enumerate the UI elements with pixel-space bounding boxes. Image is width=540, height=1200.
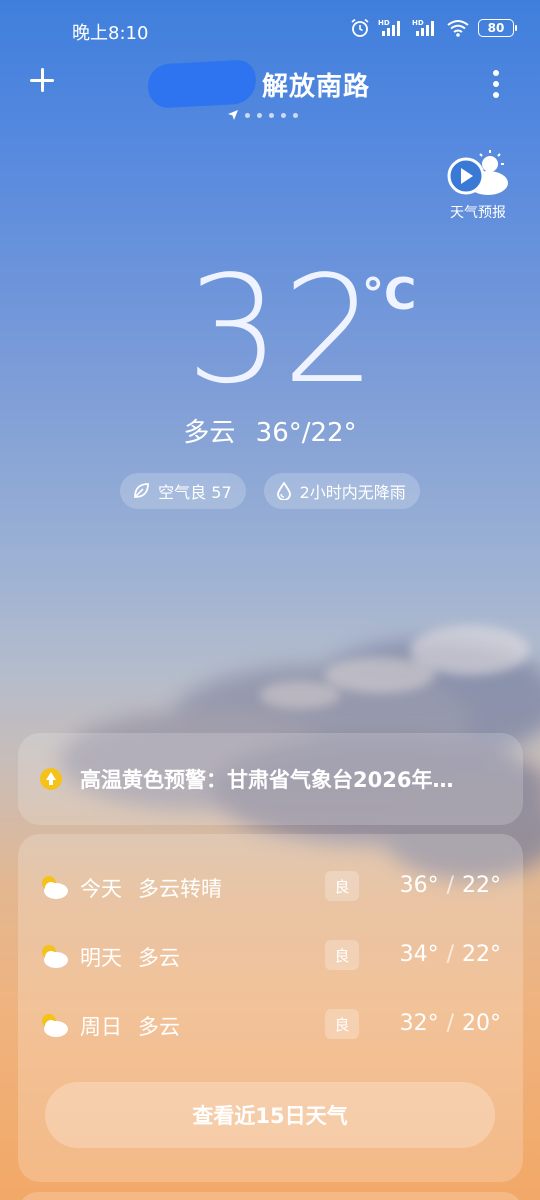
temperature-unit: °C: [362, 269, 417, 320]
forecast-low: 22°: [462, 873, 501, 898]
aqi-badge: 良: [325, 1009, 359, 1039]
page-dot: [281, 112, 286, 118]
leaf-icon: [134, 483, 150, 498]
air-quality-chip[interactable]: 空气良 57: [120, 473, 246, 509]
weather-alert-card[interactable]: 高温黄色预警：甘肃省气象台2026年…: [18, 733, 523, 825]
svg-text:HD: HD: [412, 19, 424, 27]
forecast-day-temps: 32°/20°: [399, 1011, 501, 1036]
location-title: 解放南路: [262, 72, 371, 102]
rain-forecast-label: 2小时内无降雨: [299, 483, 406, 502]
current-high-low: 36°/22°: [255, 418, 357, 448]
current-temperature: 32: [186, 244, 379, 416]
forecast-day-name: 周日: [80, 1015, 122, 1039]
page-dot: [257, 112, 262, 118]
info-chips: 空气良 57 2小时内无降雨: [0, 473, 540, 509]
play-cloud-sun-icon: [447, 150, 508, 195]
forecast-day-temps: 34°/22°: [399, 942, 501, 967]
battery-indicator: 80: [478, 19, 517, 37]
forecast-day-temps: 36°/22°: [399, 873, 501, 898]
status-time: 晚上8:10: [72, 23, 149, 44]
svg-text:HD: HD: [378, 19, 390, 27]
forecast-high: 36°: [399, 873, 439, 898]
signal-hd-icon: HD: [378, 19, 400, 36]
rain-forecast-chip[interactable]: 2小时内无降雨: [263, 473, 420, 509]
alert-text: 高温黄色预警：甘肃省气象台2026年…: [80, 768, 454, 792]
weather-forecast-video-button[interactable]: 天气预报: [444, 150, 512, 222]
forecast-day-name: 明天: [80, 946, 122, 970]
more-options-button[interactable]: [492, 70, 500, 98]
current-condition: 多云: [183, 418, 236, 448]
status-bar: 晚上8:10 HD HD 80: [0, 0, 540, 60]
location-arrow-icon: [228, 110, 238, 120]
wifi-icon: [447, 20, 469, 37]
forecast-day-condition: 多云: [138, 1015, 180, 1039]
forecast-day-name: 今天: [80, 877, 122, 901]
forecast-day-condition: 多云转晴: [138, 877, 222, 901]
header: 解放南路: [0, 59, 540, 130]
view-15-day-forecast-button[interactable]: 查看近15日天气: [45, 1082, 495, 1148]
forecast-row-today[interactable]: 今天 多云转晴 良 36°/22°: [18, 865, 523, 909]
forecast-row-tomorrow[interactable]: 明天 多云 良 34°/22°: [18, 934, 523, 978]
air-quality-label: 空气良 57: [158, 483, 232, 502]
raindrop-icon: [276, 482, 291, 500]
forecast-day-condition: 多云: [138, 946, 180, 970]
city-page-indicator: [228, 110, 298, 120]
cloud-sun-icon: [42, 945, 68, 968]
add-city-button[interactable]: [28, 66, 58, 96]
forecast-low: 22°: [462, 942, 501, 967]
forecast-video-label: 天气预报: [450, 205, 506, 221]
aqi-badge: 良: [325, 940, 359, 970]
status-icons: HD HD 80: [350, 18, 517, 38]
warning-arrow-icon: [40, 768, 62, 790]
current-condition-line: 多云 36°/22°: [0, 412, 540, 449]
forecast-low: 20°: [462, 1011, 501, 1036]
aqi-badge: 良: [325, 871, 359, 901]
alarm-icon: [351, 18, 369, 37]
forecast-high: 34°: [399, 942, 439, 967]
cloud-sun-icon: [42, 1014, 68, 1037]
page-dot: [293, 112, 298, 118]
cloud-sun-icon: [42, 876, 68, 899]
signal-hd-icon-2: HD: [412, 19, 434, 36]
daily-forecast-card: 今天 多云转晴 良 36°/22° 明天 多云 良 34°/22° 周日 多云 …: [18, 834, 523, 1182]
page-dot: [269, 112, 274, 118]
page-dot: [245, 112, 250, 118]
current-temperature-block: 32 °C: [0, 255, 540, 405]
redacted-text: [146, 59, 258, 109]
next-card-peek: [18, 1192, 523, 1200]
forecast-row-sunday[interactable]: 周日 多云 良 32°/20°: [18, 1003, 523, 1047]
forecast-high: 32°: [399, 1011, 439, 1036]
